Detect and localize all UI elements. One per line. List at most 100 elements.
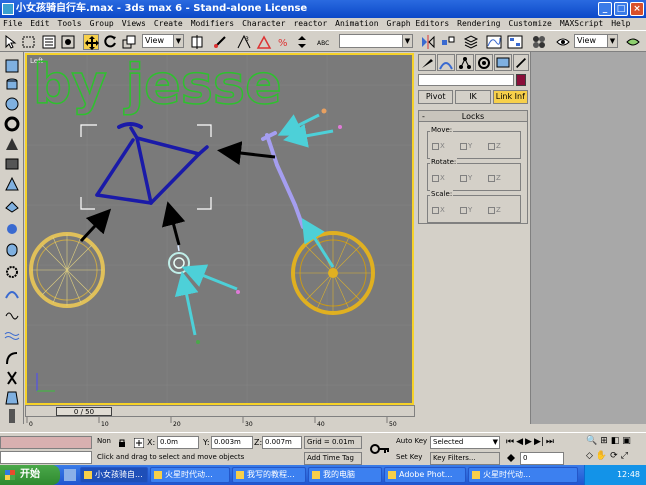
render-scene-icon[interactable] (555, 34, 571, 50)
maxscript-listener-input[interactable] (0, 451, 92, 464)
menu-animation[interactable]: Animation (335, 18, 378, 30)
gear-icon[interactable] (4, 264, 20, 279)
quick-render-icon[interactable] (625, 34, 641, 50)
snap-toggle-icon[interactable]: 3 (236, 34, 252, 50)
move-z-checkbox[interactable]: Z (488, 142, 501, 150)
tab-link-info[interactable]: Link Inf (492, 90, 528, 104)
tab-ik[interactable]: IK (455, 90, 491, 104)
y-coordinate-field[interactable]: 0.003m (211, 436, 253, 449)
move-y-checkbox[interactable]: Y (460, 142, 472, 150)
auto-key-button[interactable]: Auto Key (394, 436, 428, 449)
twist-icon[interactable] (4, 370, 20, 385)
taper-icon[interactable] (4, 390, 20, 405)
rotate-icon[interactable] (102, 34, 118, 50)
field-of-view-icon[interactable]: ◇ (586, 451, 593, 461)
rotate-y-checkbox[interactable]: Y (460, 174, 472, 182)
select-by-name-icon[interactable] (41, 34, 57, 50)
select-region-icon[interactable] (21, 34, 37, 50)
object-name-field[interactable] (418, 74, 514, 86)
schematic-view-icon[interactable] (507, 34, 523, 50)
create-tab-icon[interactable] (418, 54, 436, 71)
bend-icon[interactable] (4, 350, 20, 365)
next-frame-icon[interactable]: ▶| (534, 437, 544, 447)
track-bar-ruler[interactable]: 0 10 20 30 40 50 (25, 417, 415, 427)
go-to-end-icon[interactable]: ⏭ (546, 437, 554, 447)
x-coordinate-field[interactable]: 0.0m (157, 436, 199, 449)
select-arrow-icon[interactable] (3, 34, 19, 50)
reference-coordinate-dropdown[interactable]: View ▼ (142, 34, 184, 48)
menu-help[interactable]: Help (611, 18, 630, 30)
window-crossing-icon[interactable] (60, 34, 76, 50)
taskbar-item[interactable]: 火星时代动... (468, 467, 578, 483)
right-wheel[interactable] (291, 231, 375, 315)
motion-tab-icon[interactable] (475, 54, 493, 71)
create-box-icon[interactable] (4, 58, 20, 73)
minimize-button[interactable]: _ (598, 2, 612, 16)
quick-launch-icon[interactable] (64, 469, 76, 481)
play-icon[interactable]: ▶ (525, 437, 532, 447)
add-time-tag-button[interactable]: Add Time Tag (304, 452, 362, 465)
align-icon[interactable] (440, 34, 456, 50)
torus-icon[interactable] (4, 116, 20, 132)
locks-rollout-header[interactable]: - Locks (419, 111, 527, 122)
cylinder-icon[interactable] (4, 77, 20, 92)
menu-character[interactable]: Character (242, 18, 285, 30)
plane-icon[interactable] (4, 198, 20, 213)
utilities-tab-icon[interactable] (513, 54, 529, 71)
render-type-dropdown[interactable]: View ▼ (574, 34, 618, 48)
menu-graph-editors[interactable]: Graph Editors (387, 18, 450, 30)
select-and-manipulate-icon[interactable] (212, 34, 228, 50)
viewport-left[interactable]: Left by jesse (25, 53, 414, 405)
hierarchy-tab-icon[interactable] (456, 54, 474, 71)
start-button[interactable]: 开始 (0, 465, 60, 485)
menu-customize[interactable]: Customize (509, 18, 552, 30)
named-selection-abc-icon[interactable]: ABC (316, 34, 332, 50)
key-icon[interactable] (370, 443, 390, 455)
taskbar-item[interactable]: 小女孩骑自... (80, 467, 148, 483)
tab-pivot[interactable]: Pivot (418, 90, 454, 104)
capsule-icon[interactable] (4, 242, 20, 257)
previous-frame-icon[interactable]: ◀ (516, 437, 523, 447)
zoom-extents-all-icon[interactable]: ▣ (622, 436, 631, 446)
named-selection-set-dropdown[interactable]: ▼ (339, 34, 413, 48)
scale-z-checkbox[interactable]: Z (488, 206, 501, 214)
taskbar-item[interactable]: 火星时代动... (150, 467, 230, 483)
layer-manager-icon[interactable] (463, 34, 479, 50)
rotate-x-checkbox[interactable]: X (432, 174, 445, 182)
scale-x-checkbox[interactable]: X (432, 206, 445, 214)
menu-edit[interactable]: Edit (30, 18, 49, 30)
menu-file[interactable]: File (3, 18, 22, 30)
teapot-icon[interactable] (4, 220, 20, 235)
taskbar-item[interactable]: 我写的教程... (232, 467, 306, 483)
menu-modifiers[interactable]: Modifiers (191, 18, 234, 30)
object-color-swatch[interactable] (516, 74, 526, 86)
menu-tools[interactable]: Tools (58, 18, 82, 30)
rotate-z-checkbox[interactable]: Z (488, 174, 501, 182)
maxscript-listener[interactable] (0, 436, 92, 449)
move-icon[interactable] (83, 34, 99, 50)
fork-handlebar[interactable] (261, 131, 305, 229)
key-filters-button[interactable]: Key Filters... (430, 452, 500, 465)
scale-y-checkbox[interactable]: Y (460, 206, 472, 214)
mirror-icon[interactable] (420, 34, 436, 50)
pivot-center-icon[interactable] (189, 34, 205, 50)
menu-views[interactable]: Views (122, 18, 146, 30)
current-frame-field[interactable]: 0 (520, 452, 564, 465)
ripple-icon[interactable] (4, 328, 20, 343)
menu-maxscript[interactable]: MAXScript (560, 18, 603, 30)
menu-rendering[interactable]: Rendering (457, 18, 500, 30)
lock-selection-icon[interactable] (118, 439, 126, 447)
material-editor-icon[interactable] (531, 34, 547, 50)
sphere-icon[interactable] (4, 96, 20, 111)
maximize-viewport-icon[interactable]: ⤢ (621, 451, 628, 461)
scale-icon[interactable] (121, 34, 137, 50)
key-mode-dropdown[interactable]: Selected ▼ (430, 436, 500, 449)
spring-icon[interactable] (4, 308, 20, 323)
absolute-mode-icon[interactable] (133, 437, 145, 449)
hose-icon[interactable] (4, 286, 20, 301)
set-key-button[interactable]: Set Key (394, 452, 428, 465)
arc-rotate-icon[interactable]: ⟳ (610, 451, 618, 461)
curve-editor-icon[interactable] (486, 34, 502, 50)
pyramid-icon[interactable] (4, 176, 20, 191)
tube-icon[interactable] (4, 156, 20, 171)
